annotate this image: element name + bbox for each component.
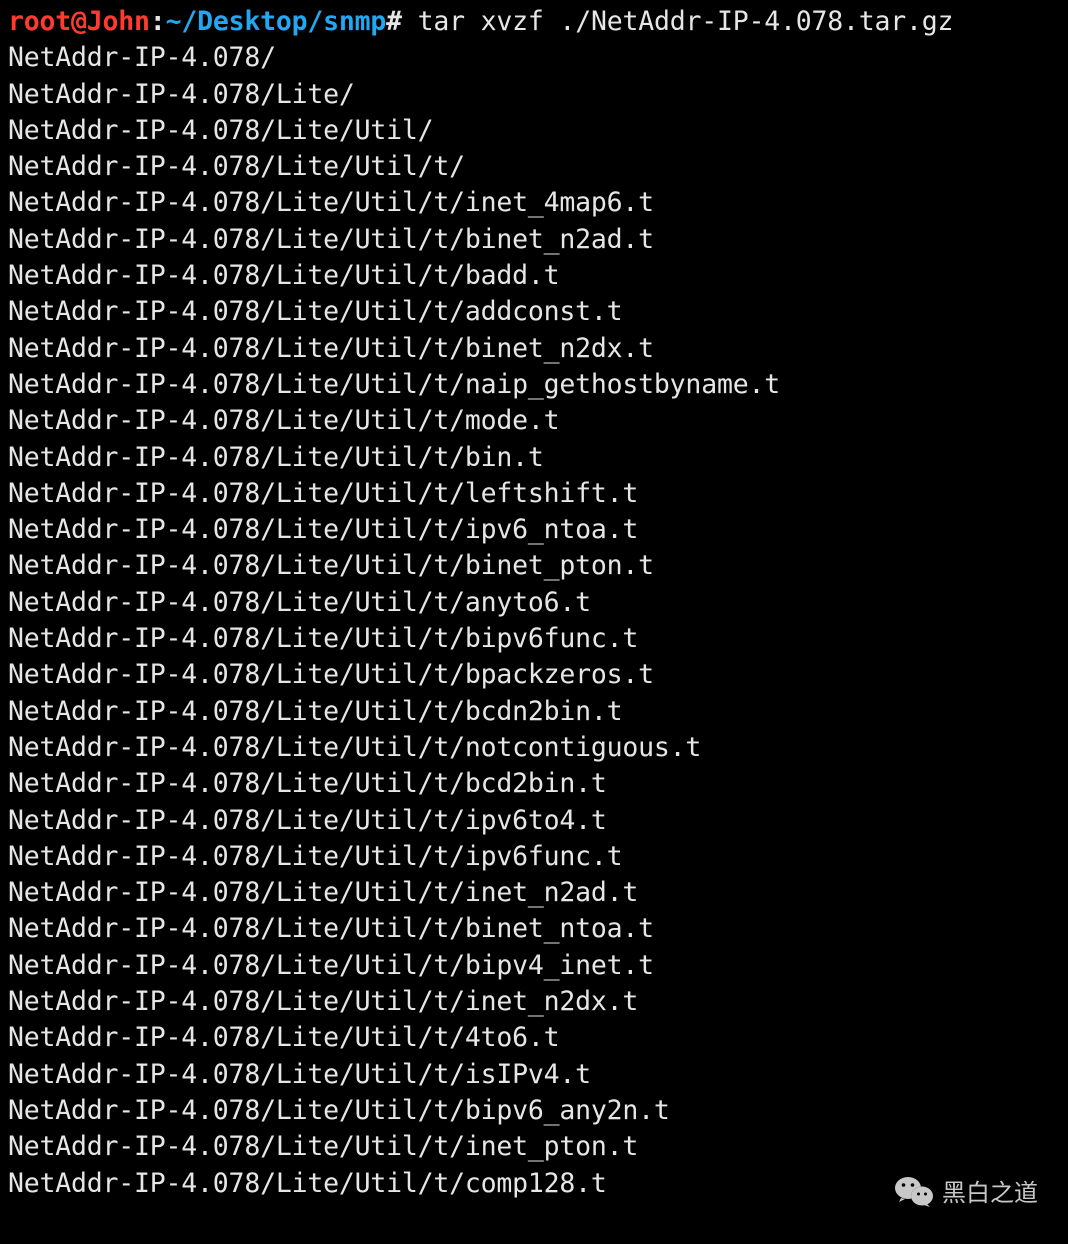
output-line: NetAddr-IP-4.078/Lite/Util/t/binet_n2dx.… (8, 333, 654, 364)
output-line: NetAddr-IP-4.078/Lite/Util/t/addconst.t (8, 296, 622, 327)
output-line: NetAddr-IP-4.078/Lite/Util/t/anyto6.t (8, 587, 591, 618)
output-line: NetAddr-IP-4.078/Lite/Util/t/ipv6func.t (8, 841, 622, 872)
output-line: NetAddr-IP-4.078/Lite/Util/t/binet_pton.… (8, 550, 654, 581)
output-line: NetAddr-IP-4.078/Lite/Util/t/inet_pton.t (8, 1131, 638, 1162)
output-line: NetAddr-IP-4.078/Lite/Util/t/inet_4map6.… (8, 187, 654, 218)
output-line: NetAddr-IP-4.078/Lite/Util/t/naip_gethos… (8, 369, 780, 400)
prompt-command: tar xvzf ./NetAddr-IP-4.078.tar.gz (402, 6, 953, 37)
output-line: NetAddr-IP-4.078/Lite/Util/t/bcdn2bin.t (8, 696, 622, 727)
output-line: NetAddr-IP-4.078/Lite/Util/t/notcontiguo… (8, 732, 701, 763)
output-line: NetAddr-IP-4.078/Lite/Util/t/ (8, 151, 465, 182)
output-line: NetAddr-IP-4.078/ (8, 42, 276, 73)
output-line: NetAddr-IP-4.078/Lite/Util/t/bipv6_any2n… (8, 1095, 670, 1126)
wechat-icon (894, 1174, 934, 1208)
output-line: NetAddr-IP-4.078/Lite/Util/t/binet_n2ad.… (8, 224, 654, 255)
output-line: NetAddr-IP-4.078/Lite/Util/t/leftshift.t (8, 478, 638, 509)
terminal-output[interactable]: root@John:~/Desktop/snmp# tar xvzf ./Net… (0, 0, 1068, 1202)
output-line: NetAddr-IP-4.078/Lite/Util/t/bipv6func.t (8, 623, 638, 654)
output-line: NetAddr-IP-4.078/Lite/Util/t/isIPv4.t (8, 1059, 591, 1090)
output-line: NetAddr-IP-4.078/Lite/Util/t/badd.t (8, 260, 559, 291)
output-line: NetAddr-IP-4.078/Lite/Util/t/bin.t (8, 442, 544, 473)
output-line: NetAddr-IP-4.078/Lite/ (8, 79, 355, 110)
output-line: NetAddr-IP-4.078/Lite/Util/t/binet_ntoa.… (8, 913, 654, 944)
watermark-text: 黑白之道 (942, 1173, 1038, 1208)
output-line: NetAddr-IP-4.078/Lite/Util/t/comp128.t (8, 1168, 607, 1199)
prompt-line: root@John:~/Desktop/snmp# tar xvzf ./Net… (8, 6, 953, 37)
output-line: NetAddr-IP-4.078/Lite/Util/t/inet_n2ad.t (8, 877, 638, 908)
prompt-hash: # (386, 6, 402, 37)
prompt-colon: : (150, 6, 166, 37)
output-line: NetAddr-IP-4.078/Lite/Util/t/ipv6to4.t (8, 805, 607, 836)
output-line: NetAddr-IP-4.078/Lite/Util/t/bcd2bin.t (8, 768, 607, 799)
output-line: NetAddr-IP-4.078/Lite/Util/t/inet_n2dx.t (8, 986, 638, 1017)
output-line: NetAddr-IP-4.078/Lite/Util/t/ipv6_ntoa.t (8, 514, 638, 545)
output-line: NetAddr-IP-4.078/Lite/Util/t/4to6.t (8, 1022, 559, 1053)
prompt-user-host: root@John (8, 6, 150, 37)
watermark: 黑白之道 (894, 1173, 1038, 1208)
output-line: NetAddr-IP-4.078/Lite/Util/ (8, 115, 433, 146)
output-line: NetAddr-IP-4.078/Lite/Util/t/mode.t (8, 405, 559, 436)
prompt-path: ~/Desktop/snmp (166, 6, 387, 37)
output-line: NetAddr-IP-4.078/Lite/Util/t/bipv4_inet.… (8, 950, 654, 981)
output-line: NetAddr-IP-4.078/Lite/Util/t/bpackzeros.… (8, 659, 654, 690)
